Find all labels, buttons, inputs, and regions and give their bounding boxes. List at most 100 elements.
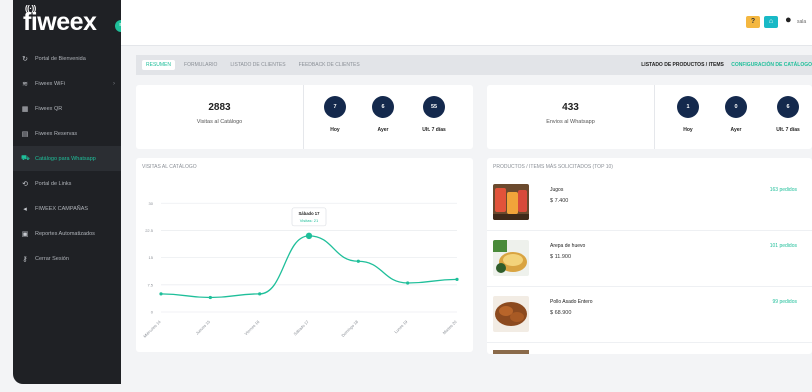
tooltip-value: Visitas: 21 [300, 218, 319, 223]
data-point [159, 292, 163, 296]
sidebar-item-catalogo-whatsapp[interactable]: ⛟ Catálogo para Whatsapp [13, 146, 121, 171]
stat-hoy-badge: 7 [324, 96, 346, 118]
tooltip-title: Sábado 17 [299, 211, 321, 216]
stat-ayer-badge: 0 [725, 96, 747, 118]
cart-icon: ⛟ [21, 155, 30, 162]
product-price: $ 68.900 [550, 310, 572, 316]
stat-label: Envios al Whatsapp [546, 119, 595, 125]
visits-chart-card: VISITAS AL CATÁLOGO 0 7.5 15 22.5 30 Miércole… [136, 158, 473, 352]
tab-feedback-clientes[interactable]: FEEDBACK DE CLIENTES [295, 60, 364, 70]
user-icon[interactable]: ● [785, 14, 792, 26]
sidebar-item-portal-links[interactable]: ⟲ Portal de Links [13, 171, 121, 196]
stat-hoy-label: Hoy [683, 127, 693, 133]
sidebar-item-cerrar-sesion[interactable]: ⚷ Cerrar Sesión [13, 246, 121, 271]
tab-formulario[interactable]: FORMULARIO [180, 60, 221, 70]
sidebar-item-reportes[interactable]: ▣ Reportes Automatizados [13, 221, 121, 246]
data-point [406, 281, 410, 285]
help-button[interactable]: ? [746, 16, 760, 28]
juice-image [493, 184, 529, 220]
product-item[interactable]: Arepa de huevo $ 11.900 101 pedidos [493, 240, 812, 280]
products-title: PRODUCTOS / ITEMS MÁS SOLICITADOS (TOP 1… [493, 164, 613, 170]
stat-value: 2883 [208, 102, 231, 113]
chevron-right-icon: › [113, 80, 115, 87]
sidebar-item-portal-bienvenida[interactable]: ↻ Portal de Bienvenida [13, 46, 121, 71]
catalog-config-link[interactable]: CONFIGURACIÓN DE CATÁLOGO [731, 62, 812, 68]
sidebar-item-campanas[interactable]: ◂ FIWEEX CAMPAÑAS [13, 196, 121, 221]
tabs-bar: RESUMEN FORMULARIO LISTADO DE CLIENTES F… [136, 55, 812, 75]
divider [487, 230, 812, 231]
x-tick-label: Domingo 18 [340, 319, 359, 338]
sidebar-item-label: Cerrar Sesión [35, 255, 69, 262]
tab-listado-clientes[interactable]: LISTADO DE CLIENTES [226, 60, 289, 70]
stat-ayer-label: Ayer [377, 127, 389, 133]
arepa-image [493, 240, 529, 276]
stat-ult7-label: Ult. 7 días [422, 127, 446, 133]
user-name[interactable]: sala [797, 19, 806, 25]
whatsapp-stat-card: 433 Envios al Whatsapp 1 Hoy 0 Ayer 6 Ul… [487, 85, 812, 149]
product-name: Arepa de huevo [550, 243, 586, 249]
home-icon[interactable]: ⌂ [764, 16, 778, 28]
series-line [160, 235, 458, 299]
topbar: ? ⌂ ● sala [121, 0, 812, 46]
product-item[interactable]: Jugos $ 7.400 163 pedidos [493, 184, 812, 224]
whatsapp-total: 433 Envios al Whatsapp [487, 85, 655, 149]
sidebar-item-label: Fiweex QR [35, 105, 63, 112]
x-tick-label: Jueves 15 [195, 319, 212, 336]
top-products-card: PRODUCTOS / ITEMS MÁS SOLICITADOS (TOP 1… [487, 158, 812, 354]
visits-line-chart: 0 7.5 15 22.5 30 Miércoles 14 Jueves 15 Viernes… [142, 201, 459, 339]
data-point [455, 277, 459, 281]
divider [487, 286, 812, 287]
fiweex-logo[interactable]: ((·)) fiweex [23, 4, 97, 37]
y-tick-label: 0 [151, 310, 154, 315]
y-tick-label: 22.5 [145, 228, 154, 233]
x-tick-label: Sábado 17 [292, 319, 310, 337]
data-point [258, 292, 262, 296]
data-point [356, 259, 360, 263]
sidebar-item-fiweex-wifi[interactable]: ≋ Fiweex WiFi › [13, 71, 121, 96]
tabs-right-links: LISTADO DE PRODUCTOS / ITEMS CONFIGURACI… [641, 62, 812, 68]
product-price: $ 11.900 [550, 254, 572, 260]
products-list-link[interactable]: LISTADO DE PRODUCTOS / ITEMS [641, 62, 724, 68]
refresh-icon: ↻ [22, 55, 28, 63]
stat-label: Visitas al Catálogo [196, 119, 243, 125]
sidebar-item-label: Portal de Links [35, 180, 72, 187]
stat-value: 433 [562, 102, 579, 113]
stat-hoy-label: Hoy [330, 127, 340, 133]
tab-resumen[interactable]: RESUMEN [142, 60, 176, 70]
data-point [208, 295, 212, 300]
stat-ult7-label: Ult. 7 días [776, 127, 800, 133]
sidebar-item-label: FIWEEX CAMPAÑAS [35, 205, 89, 212]
x-tick-label: Lunes 19 [393, 319, 409, 335]
next-product-image-partial [493, 350, 529, 354]
roast-chicken-image [493, 296, 529, 332]
highlighted-point [305, 232, 313, 240]
stat-ult7-badge: 55 [423, 96, 445, 118]
sidebar-item-label: Reportes Automatizados [35, 230, 95, 237]
calendar-icon: ▤ [21, 130, 29, 138]
wifi-logo-icon: ((·)) [25, 3, 36, 13]
stat-ayer-badge: 6 [372, 96, 394, 118]
qr-icon: ▦ [21, 105, 29, 113]
x-tick-label: Miércoles 14 [142, 319, 162, 339]
sidebar-item-label: Fiweex WiFi [35, 80, 65, 87]
logout-icon: ⚷ [22, 255, 28, 263]
y-tick-label: 7.5 [147, 282, 153, 287]
product-name: Jugos [550, 187, 564, 193]
sidebar-item-label: Portal de Bienvenida [35, 55, 86, 62]
tabs: RESUMEN FORMULARIO LISTADO DE CLIENTES F… [142, 60, 364, 70]
y-tick-label: 15 [149, 255, 154, 260]
sidebar-item-fiweex-qr[interactable]: ▦ Fiweex QR [13, 96, 121, 121]
sidebar-item-fiweex-reservas[interactable]: ▤ Fiweex Reservas [13, 121, 121, 146]
product-order-count: 101 pedidos [769, 243, 797, 249]
product-name: Pollo Asado Entero [550, 299, 593, 305]
sidebar: ((·)) fiweex ≡ ↻ Portal de Bienvenida ≋ Fi… [13, 0, 127, 384]
y-tick-label: 30 [149, 201, 154, 206]
stat-ayer-label: Ayer [730, 127, 742, 133]
report-icon: ▣ [21, 230, 29, 238]
product-order-count: 99 pedidos [772, 299, 797, 305]
visits-total: 2883 Visitas al Catálogo [136, 85, 304, 149]
stat-ult7-badge: 6 [777, 96, 799, 118]
visits-stat-card: 2883 Visitas al Catálogo 7 Hoy 6 Ayer 55… [136, 85, 473, 149]
product-item[interactable]: Pollo Asado Entero $ 68.900 99 pedidos [493, 296, 812, 336]
divider [487, 342, 812, 343]
